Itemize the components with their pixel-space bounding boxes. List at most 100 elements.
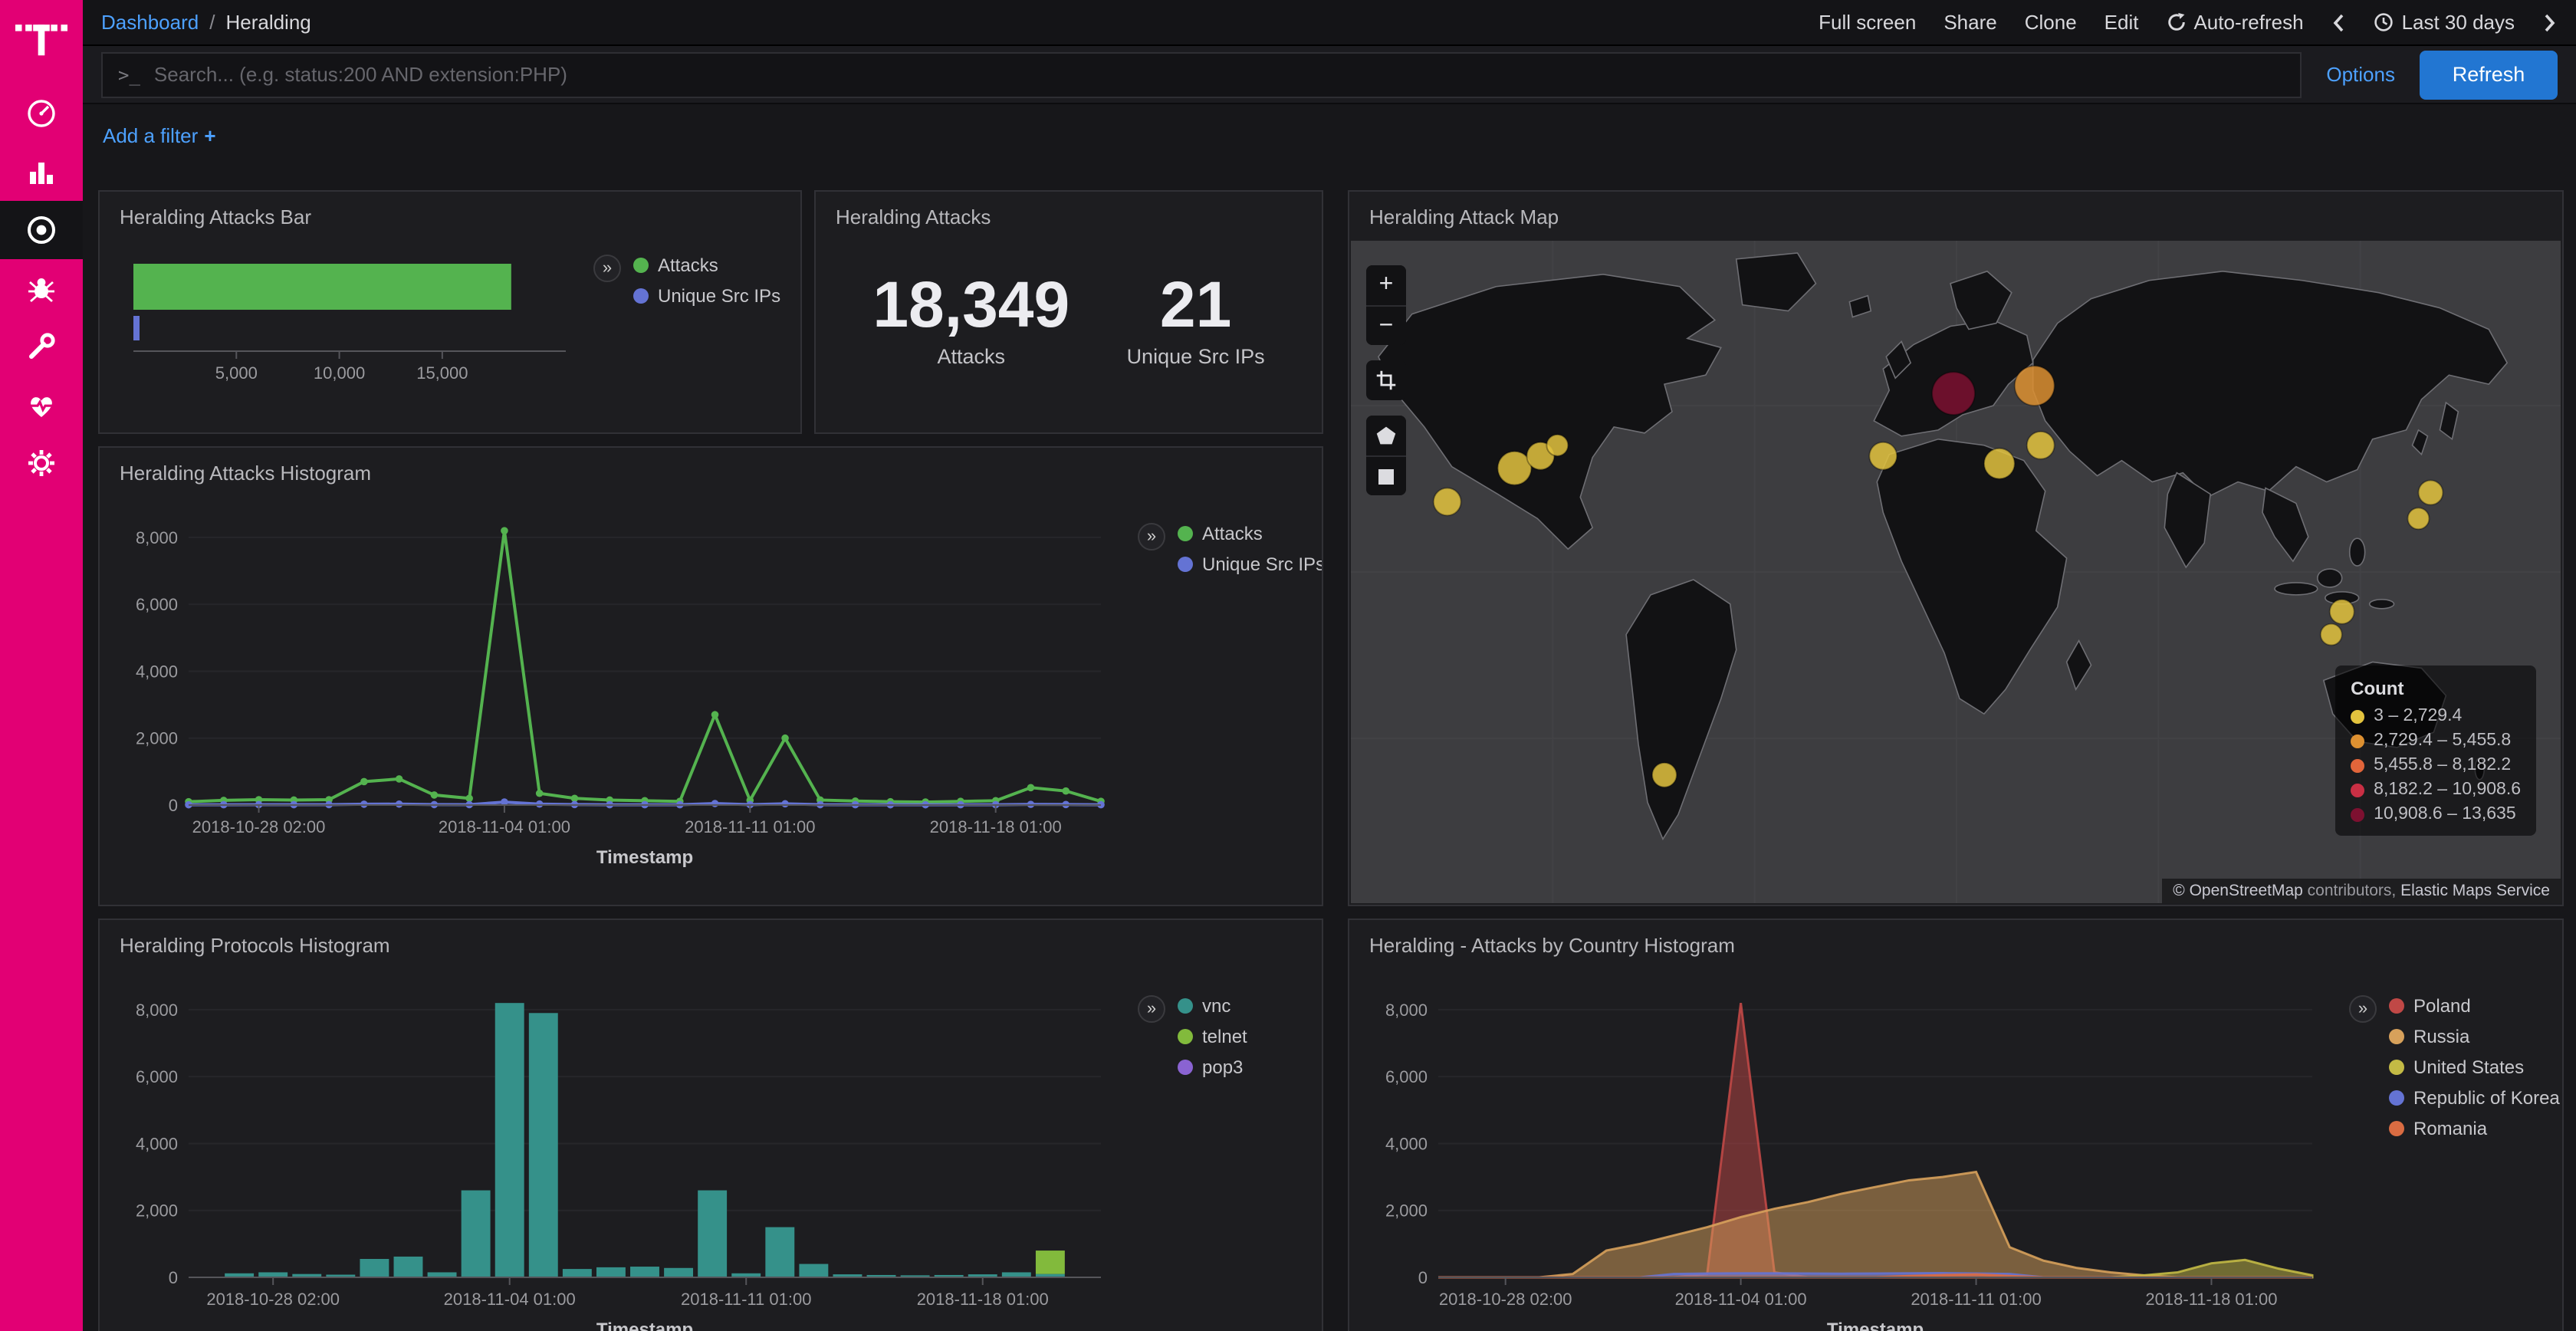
- legend-item[interactable]: Poland: [2389, 995, 2560, 1017]
- legend-item[interactable]: pop3: [1178, 1057, 1247, 1078]
- legend-items: vnc telnet pop3: [1178, 995, 1247, 1078]
- options-link[interactable]: Options: [2326, 63, 2395, 86]
- protocols-bar-chart[interactable]: 02,0004,0006,0008,0002018-10-28 02:00201…: [118, 965, 1122, 1331]
- map-count-legend: Count 3 – 2,729.42,729.4 – 5,455.85,455.…: [2335, 666, 2536, 836]
- map-fit-data-button[interactable]: [1366, 360, 1406, 400]
- time-forward-button[interactable]: [2542, 12, 2558, 33]
- map-zoom-out-button[interactable]: −: [1366, 305, 1406, 345]
- legend-color-dot: [2351, 783, 2364, 797]
- svg-text:10,000: 10,000: [314, 363, 365, 383]
- attacks-bar-chart[interactable]: 5,00010,00015,000: [118, 236, 578, 388]
- attacks-line-chart[interactable]: 02,0004,0006,0008,0002018-10-28 02:00201…: [118, 492, 1122, 880]
- legend-items: 3 – 2,729.4 2,729.4 – 5,455.8 5,455.8 – 8,…: [2351, 707, 2521, 823]
- clone-button[interactable]: Clone: [2025, 11, 2077, 34]
- time-back-button[interactable]: [2331, 12, 2347, 33]
- breadcrumb-separator: /: [209, 11, 215, 34]
- breadcrumb-dashboard-link[interactable]: Dashboard: [101, 11, 199, 34]
- svg-text:0: 0: [1418, 1268, 1428, 1287]
- chart-legend: » Attacks Unique Src IPs: [1138, 523, 1323, 575]
- svg-text:2018-11-11 01:00: 2018-11-11 01:00: [685, 817, 815, 836]
- openstreetmap-link[interactable]: © OpenStreetMap: [2173, 882, 2303, 900]
- metric-row: 18,349 Attacks 21 Unique Src IPs: [816, 233, 1322, 368]
- legend-color-dot: [2351, 709, 2364, 723]
- panel-attacks-bar: Heralding Attacks Bar 5,00010,00015,000 …: [98, 190, 802, 434]
- sidebar-item-honeypot[interactable]: [0, 259, 83, 317]
- auto-refresh-button[interactable]: Auto-refresh: [2166, 11, 2303, 34]
- panel-attacks-histogram: Heralding Attacks Histogram 02,0004,0006…: [98, 446, 1323, 906]
- legend-item[interactable]: vnc: [1178, 995, 1247, 1017]
- elastic-maps-service-link[interactable]: Elastic Maps Service: [2400, 882, 2550, 900]
- panel-attacks-metric: Heralding Attacks 18,349 Attacks 21 Uniq…: [814, 190, 1323, 434]
- sidebar-item-analytics[interactable]: [0, 143, 83, 201]
- legend-collapse-icon[interactable]: »: [593, 255, 621, 282]
- map-draw-polygon-button[interactable]: [1366, 416, 1406, 455]
- query-bar: >_ Options Refresh: [83, 46, 2576, 104]
- screen: Dashboard / Heralding Full screen Share …: [0, 0, 2576, 1331]
- map-draw-rectangle-button[interactable]: [1366, 455, 1406, 495]
- search-input[interactable]: [154, 63, 2285, 86]
- svg-text:Timestamp: Timestamp: [596, 1319, 693, 1331]
- legend-item[interactable]: Romania: [2389, 1118, 2560, 1139]
- refresh-button[interactable]: Refresh: [2420, 50, 2558, 99]
- sidebar-item-settings[interactable]: [0, 434, 83, 492]
- legend-label: telnet: [1202, 1026, 1247, 1047]
- legend-item[interactable]: United States: [2389, 1057, 2560, 1078]
- country-area-chart[interactable]: 02,0004,0006,0008,0002018-10-28 02:00201…: [1368, 965, 2334, 1331]
- svg-text:2018-10-28 02:00: 2018-10-28 02:00: [192, 817, 326, 836]
- panel-attack-map: Heralding Attack Map: [1348, 190, 2564, 906]
- svg-text:6,000: 6,000: [1385, 1067, 1428, 1086]
- legend-item[interactable]: 2,729.4 – 5,455.8: [2351, 731, 2521, 750]
- legend-label: 3 – 2,729.4: [2374, 707, 2462, 725]
- sidebar-item-attack-dashboards[interactable]: [0, 201, 83, 259]
- share-button[interactable]: Share: [1944, 11, 1996, 34]
- metric-label: Unique Src IPs: [1127, 345, 1265, 368]
- attack-map[interactable]: + −: [1351, 241, 2561, 903]
- map-zoom-in-button[interactable]: +: [1366, 265, 1406, 305]
- legend-collapse-icon[interactable]: »: [1138, 995, 1165, 1023]
- legend-item[interactable]: 8,182.2 – 10,908.6: [2351, 781, 2521, 799]
- legend-item[interactable]: Republic of Korea: [2389, 1087, 2560, 1109]
- legend-collapse-icon[interactable]: »: [1138, 523, 1165, 550]
- legend-label: 2,729.4 – 5,455.8: [2374, 731, 2511, 750]
- panel-country-histogram: Heralding - Attacks by Country Histogram…: [1348, 919, 2564, 1331]
- legend-item[interactable]: 5,455.8 – 8,182.2: [2351, 756, 2521, 774]
- legend-color-dot: [2389, 1090, 2404, 1106]
- metric-value: 18,349: [872, 270, 1070, 340]
- svg-text:0: 0: [169, 1268, 178, 1287]
- chart-legend: » Poland Russia United States Republic of K…: [2349, 995, 2560, 1139]
- metric-label: Attacks: [872, 345, 1070, 368]
- add-filter-link[interactable]: Add a filter+: [103, 123, 216, 146]
- time-range-picker[interactable]: Last 30 days: [2374, 11, 2515, 34]
- terminal-prompt-icon: >_: [118, 64, 140, 85]
- svg-text:4,000: 4,000: [1385, 1134, 1428, 1153]
- legend-label: vnc: [1202, 995, 1230, 1017]
- svg-text:2018-11-11 01:00: 2018-11-11 01:00: [681, 1290, 811, 1309]
- legend-item[interactable]: Attacks: [633, 255, 780, 276]
- legend-item[interactable]: Attacks: [1178, 523, 1323, 544]
- panel-title: Heralding Attacks Histogram: [100, 448, 1322, 489]
- full-screen-button[interactable]: Full screen: [1819, 11, 1916, 34]
- edit-button[interactable]: Edit: [2104, 11, 2139, 34]
- legend-collapse-icon[interactable]: »: [2349, 995, 2377, 1023]
- legend-item[interactable]: 3 – 2,729.4: [2351, 707, 2521, 725]
- legend-color-dot: [1178, 998, 1193, 1014]
- sidebar-item-tools[interactable]: [0, 317, 83, 376]
- legend-item[interactable]: Russia: [2389, 1026, 2560, 1047]
- legend-item[interactable]: 10,908.6 – 13,635: [2351, 805, 2521, 823]
- sidebar-item-dashboard[interactable]: [0, 84, 83, 143]
- telekom-logo[interactable]: [15, 0, 67, 84]
- legend-item[interactable]: Unique Src IPs: [1178, 554, 1323, 575]
- svg-text:2018-11-04 01:00: 2018-11-04 01:00: [444, 1290, 576, 1309]
- target-icon: [25, 213, 58, 247]
- panel-protocols-histogram: Heralding Protocols Histogram 02,0004,00…: [98, 919, 1323, 1331]
- crop-icon: [1375, 370, 1397, 391]
- svg-text:8,000: 8,000: [1385, 1001, 1428, 1020]
- svg-text:2018-11-04 01:00: 2018-11-04 01:00: [1675, 1290, 1807, 1309]
- legend-color-dot: [1178, 1029, 1193, 1044]
- panel-title: Heralding Protocols Histogram: [100, 920, 1322, 961]
- sidebar-item-health[interactable]: [0, 376, 83, 434]
- legend-item[interactable]: Unique Src IPs: [633, 285, 780, 307]
- map-attribution: © OpenStreetMap contributors, Elastic Ma…: [2162, 879, 2561, 903]
- legend-color-dot: [2389, 1060, 2404, 1075]
- legend-item[interactable]: telnet: [1178, 1026, 1247, 1047]
